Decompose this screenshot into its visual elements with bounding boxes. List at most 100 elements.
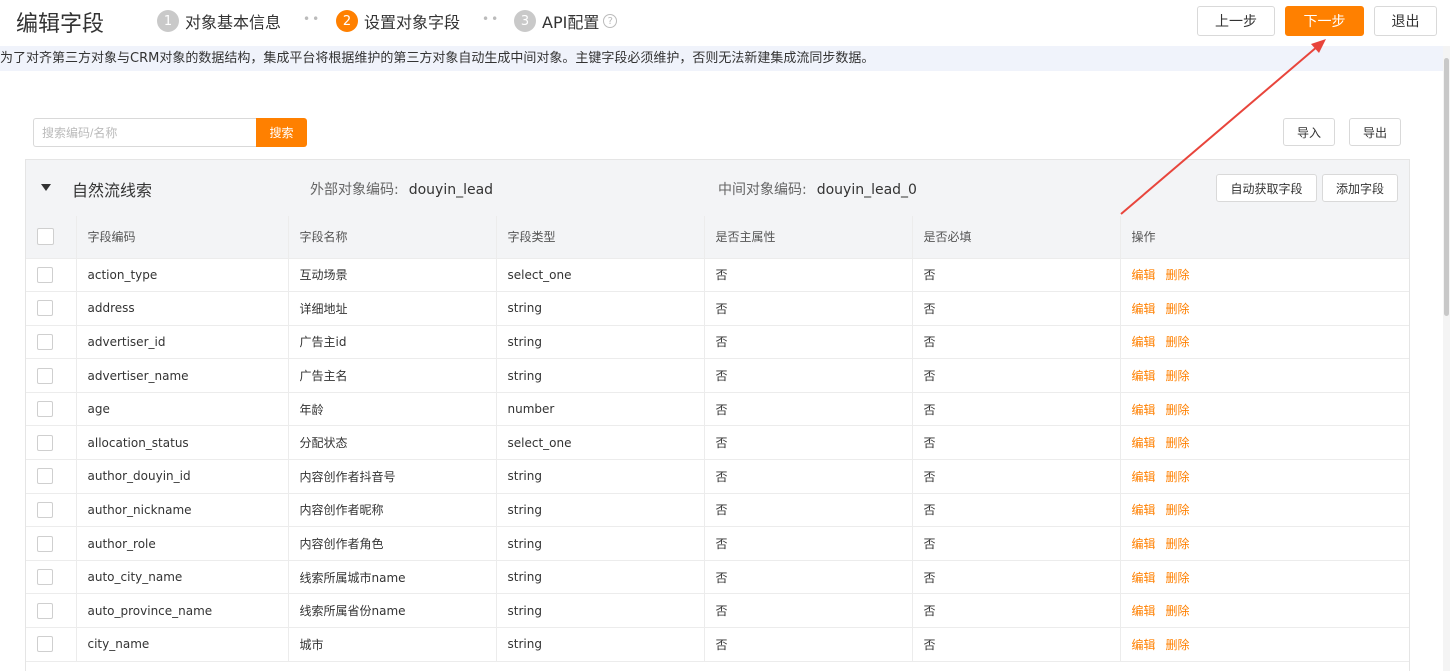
field-code: author_role <box>76 526 289 561</box>
row-select-cell <box>26 258 77 293</box>
field-code: auto_city_name <box>76 560 289 595</box>
step-separator: •• <box>303 12 322 26</box>
delete-link[interactable]: 删除 <box>1166 268 1190 282</box>
row-checkbox[interactable] <box>37 401 53 418</box>
edit-link[interactable]: 编辑 <box>1132 302 1156 316</box>
table-row[interactable]: auto_city_name 线索所属城市name string 否否编辑 删除 <box>26 560 1409 595</box>
row-checkbox[interactable] <box>37 300 53 317</box>
field-name: 线索所属城市name <box>288 560 497 595</box>
top-bar: 编辑字段 1 对象基本信息 •• 2 设置对象字段 •• 3 API配置 ? 上… <box>0 0 1450 44</box>
edit-link[interactable]: 编辑 <box>1132 369 1156 383</box>
table-row[interactable]: city_name 城市 string 否否编辑 删除 <box>26 627 1409 662</box>
delete-link[interactable]: 删除 <box>1166 403 1190 417</box>
edit-link[interactable]: 编辑 <box>1132 571 1156 585</box>
step-number: 1 <box>157 10 179 32</box>
add-field-button[interactable]: 添加字段 <box>1322 174 1398 202</box>
next-step-button[interactable]: 下一步 <box>1285 6 1364 36</box>
external-code-value: douyin_lead <box>408 182 494 198</box>
import-button[interactable]: 导入 <box>1283 118 1335 146</box>
delete-link[interactable]: 删除 <box>1166 470 1190 484</box>
table-row[interactable]: author_douyin_id 内容创作者抖音号 string 否否编辑 删除 <box>26 459 1409 494</box>
edit-link[interactable]: 编辑 <box>1132 335 1156 349</box>
step-2[interactable]: 2 设置对象字段 <box>336 9 460 33</box>
row-select-cell <box>26 358 77 393</box>
field-primary: 否 <box>704 526 913 561</box>
row-checkbox[interactable] <box>37 468 53 485</box>
prev-step-button[interactable]: 上一步 <box>1197 6 1275 36</box>
delete-link[interactable]: 删除 <box>1166 571 1190 585</box>
field-name: 广告主名 <box>288 358 497 393</box>
field-name: 互动场景 <box>288 258 497 293</box>
row-checkbox[interactable] <box>37 333 53 350</box>
table-row[interactable]: allocation_status 分配状态 select_one 否否编辑 删除 <box>26 425 1409 461</box>
exit-button[interactable]: 退出 <box>1374 6 1437 36</box>
delete-link[interactable]: 删除 <box>1166 604 1190 618</box>
row-checkbox[interactable] <box>37 602 53 619</box>
field-primary: 否 <box>704 425 913 461</box>
row-checkbox[interactable] <box>37 434 53 451</box>
table-row[interactable]: auto_province_name 线索所属省份name string 否否编辑 删除 <box>26 593 1409 629</box>
edit-link[interactable]: 编辑 <box>1132 268 1156 282</box>
edit-link[interactable]: 编辑 <box>1132 403 1156 417</box>
field-type: select_one <box>496 425 705 461</box>
table-row[interactable]: age 年龄 number 否否编辑 删除 <box>26 392 1409 427</box>
row-actions: 编辑 删除 <box>1120 560 1409 595</box>
row-select-cell <box>26 593 77 629</box>
row-actions: 编辑 删除 <box>1120 593 1409 629</box>
table-row[interactable]: author_nickname 内容创作者昵称 string 否否编辑 删除 <box>26 493 1409 528</box>
row-select-cell <box>26 425 77 461</box>
delete-link[interactable]: 删除 <box>1166 335 1190 349</box>
table-row[interactable]: action_type 互动场景 select_one 否否编辑 删除 <box>26 258 1409 293</box>
table-row[interactable]: author_role 内容创作者角色 string 否否编辑 删除 <box>26 526 1409 561</box>
field-type: string <box>496 593 705 629</box>
field-code: author_nickname <box>76 493 289 528</box>
row-checkbox[interactable] <box>37 636 53 653</box>
collapse-caret-icon[interactable] <box>41 184 51 191</box>
table-row[interactable]: advertiser_name 广告主名 string 否否编辑 删除 <box>26 358 1409 393</box>
search-button[interactable]: 搜索 <box>256 118 307 147</box>
row-checkbox[interactable] <box>37 367 53 384</box>
field-type: select_one <box>496 258 705 293</box>
external-code-label: 外部对象编码: <box>310 182 399 198</box>
field-type: string <box>496 526 705 561</box>
delete-link[interactable]: 删除 <box>1166 503 1190 517</box>
help-icon[interactable]: ? <box>603 14 618 28</box>
edit-link[interactable]: 编辑 <box>1132 638 1156 652</box>
page-scrollbar[interactable] <box>1443 46 1450 671</box>
edit-link[interactable]: 编辑 <box>1132 436 1156 450</box>
row-select-cell <box>26 526 77 561</box>
row-checkbox[interactable] <box>37 266 53 283</box>
field-primary: 否 <box>704 291 913 326</box>
delete-link[interactable]: 删除 <box>1166 638 1190 652</box>
table-row[interactable]: address 详细地址 string 否否编辑 删除 <box>26 291 1409 326</box>
field-type: string <box>496 291 705 326</box>
step-label: API配置 <box>542 13 600 32</box>
delete-link[interactable]: 删除 <box>1166 537 1190 551</box>
field-primary: 否 <box>704 459 913 494</box>
field-primary: 否 <box>704 627 913 662</box>
step-3[interactable]: 3 API配置 ? <box>514 9 618 33</box>
edit-link[interactable]: 编辑 <box>1132 604 1156 618</box>
search-input[interactable] <box>33 118 257 147</box>
field-code: address <box>76 291 289 326</box>
select-all-checkbox[interactable] <box>37 228 54 246</box>
row-checkbox[interactable] <box>37 569 53 586</box>
edit-link[interactable]: 编辑 <box>1132 537 1156 551</box>
step-1[interactable]: 1 对象基本信息 <box>157 9 281 33</box>
field-required: 否 <box>912 459 1121 494</box>
scrollbar-thumb[interactable] <box>1444 58 1449 316</box>
row-select-cell <box>26 459 77 494</box>
export-button[interactable]: 导出 <box>1349 118 1401 146</box>
edit-link[interactable]: 编辑 <box>1132 470 1156 484</box>
column-header: 是否必填 <box>912 216 1121 259</box>
delete-link[interactable]: 删除 <box>1166 436 1190 450</box>
delete-link[interactable]: 删除 <box>1166 302 1190 316</box>
middle-code-label: 中间对象编码: <box>718 182 807 198</box>
auto-fetch-fields-button[interactable]: 自动获取字段 <box>1216 174 1317 202</box>
delete-link[interactable]: 删除 <box>1166 369 1190 383</box>
row-checkbox[interactable] <box>37 501 53 518</box>
row-checkbox[interactable] <box>37 535 53 552</box>
edit-link[interactable]: 编辑 <box>1132 503 1156 517</box>
table-row[interactable]: advertiser_id 广告主id string 否否编辑 删除 <box>26 325 1409 360</box>
field-name: 线索所属省份name <box>288 593 497 629</box>
